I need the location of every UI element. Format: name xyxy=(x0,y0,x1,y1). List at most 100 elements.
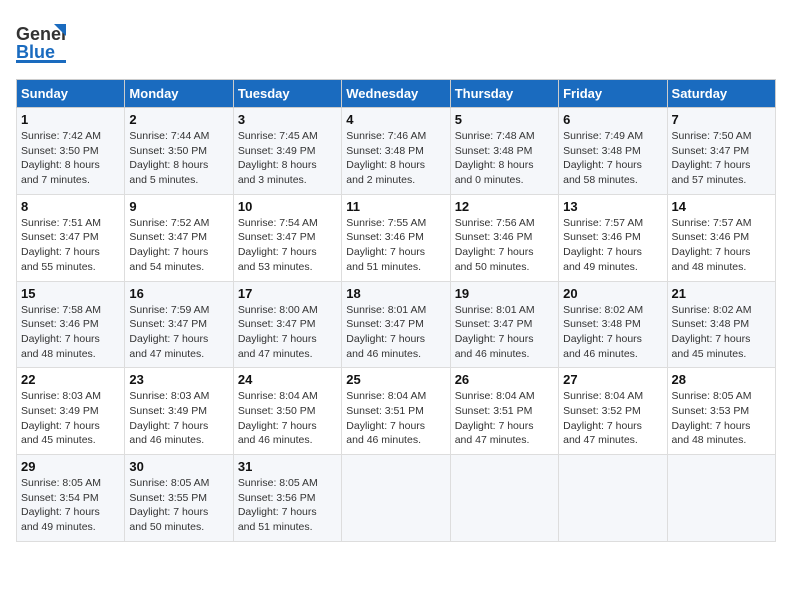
calendar-cell: 23 Sunrise: 8:03 AMSunset: 3:49 PMDayligh… xyxy=(125,368,233,455)
calendar-header-row: SundayMondayTuesdayWednesdayThursdayFrid… xyxy=(17,80,776,108)
calendar-cell: 15 Sunrise: 7:58 AMSunset: 3:46 PMDayligh… xyxy=(17,281,125,368)
day-info: Sunrise: 7:54 AMSunset: 3:47 PMDaylight:… xyxy=(238,217,318,273)
calendar-cell: 28 Sunrise: 8:05 AMSunset: 3:53 PMDayligh… xyxy=(667,368,775,455)
day-info: Sunrise: 7:59 AMSunset: 3:47 PMDaylight:… xyxy=(129,304,209,360)
day-info: Sunrise: 8:04 AMSunset: 3:51 PMDaylight:… xyxy=(346,390,426,446)
day-number: 21 xyxy=(672,286,771,301)
calendar-cell: 18 Sunrise: 8:01 AMSunset: 3:47 PMDayligh… xyxy=(342,281,450,368)
day-info: Sunrise: 7:50 AMSunset: 3:47 PMDaylight:… xyxy=(672,130,752,186)
calendar-cell: 25 Sunrise: 8:04 AMSunset: 3:51 PMDayligh… xyxy=(342,368,450,455)
calendar-cell: 21 Sunrise: 8:02 AMSunset: 3:48 PMDayligh… xyxy=(667,281,775,368)
day-number: 1 xyxy=(21,112,120,127)
calendar-cell: 10 Sunrise: 7:54 AMSunset: 3:47 PMDayligh… xyxy=(233,194,341,281)
calendar-cell: 30 Sunrise: 8:05 AMSunset: 3:55 PMDayligh… xyxy=(125,455,233,542)
calendar-cell: 1 Sunrise: 7:42 AMSunset: 3:50 PMDaylight… xyxy=(17,108,125,195)
day-info: Sunrise: 8:04 AMSunset: 3:51 PMDaylight:… xyxy=(455,390,535,446)
calendar-cell: 17 Sunrise: 8:00 AMSunset: 3:47 PMDayligh… xyxy=(233,281,341,368)
logo: General Blue xyxy=(16,16,70,71)
day-number: 26 xyxy=(455,372,554,387)
day-info: Sunrise: 8:00 AMSunset: 3:47 PMDaylight:… xyxy=(238,304,318,360)
day-number: 24 xyxy=(238,372,337,387)
calendar-week-4: 22 Sunrise: 8:03 AMSunset: 3:49 PMDayligh… xyxy=(17,368,776,455)
day-number: 29 xyxy=(21,459,120,474)
day-info: Sunrise: 8:01 AMSunset: 3:47 PMDaylight:… xyxy=(346,304,426,360)
day-number: 25 xyxy=(346,372,445,387)
calendar-cell: 26 Sunrise: 8:04 AMSunset: 3:51 PMDayligh… xyxy=(450,368,558,455)
day-number: 2 xyxy=(129,112,228,127)
calendar-week-1: 1 Sunrise: 7:42 AMSunset: 3:50 PMDaylight… xyxy=(17,108,776,195)
day-number: 14 xyxy=(672,199,771,214)
day-info: Sunrise: 7:42 AMSunset: 3:50 PMDaylight:… xyxy=(21,130,101,186)
header-cell-thursday: Thursday xyxy=(450,80,558,108)
day-number: 5 xyxy=(455,112,554,127)
header-cell-sunday: Sunday xyxy=(17,80,125,108)
day-info: Sunrise: 7:56 AMSunset: 3:46 PMDaylight:… xyxy=(455,217,535,273)
calendar-body: 1 Sunrise: 7:42 AMSunset: 3:50 PMDaylight… xyxy=(17,108,776,542)
calendar-cell xyxy=(342,455,450,542)
calendar-cell: 2Sunrise: 7:44 AMSunset: 3:50 PMDaylight… xyxy=(125,108,233,195)
calendar-cell: 12 Sunrise: 7:56 AMSunset: 3:46 PMDayligh… xyxy=(450,194,558,281)
calendar-cell: 7 Sunrise: 7:50 AMSunset: 3:47 PMDaylight… xyxy=(667,108,775,195)
calendar-cell: 3Sunrise: 7:45 AMSunset: 3:49 PMDaylight… xyxy=(233,108,341,195)
day-number: 23 xyxy=(129,372,228,387)
day-info: Sunrise: 7:46 AMSunset: 3:48 PMDaylight:… xyxy=(346,130,426,186)
calendar-week-5: 29 Sunrise: 8:05 AMSunset: 3:54 PMDayligh… xyxy=(17,455,776,542)
day-number: 6 xyxy=(563,112,662,127)
day-info: Sunrise: 8:05 AMSunset: 3:54 PMDaylight:… xyxy=(21,477,101,533)
calendar-cell: 5 Sunrise: 7:48 AMSunset: 3:48 PMDaylight… xyxy=(450,108,558,195)
day-info: Sunrise: 7:51 AMSunset: 3:47 PMDaylight:… xyxy=(21,217,101,273)
header-cell-friday: Friday xyxy=(559,80,667,108)
day-info: Sunrise: 8:05 AMSunset: 3:55 PMDaylight:… xyxy=(129,477,209,533)
header-cell-wednesday: Wednesday xyxy=(342,80,450,108)
day-number: 19 xyxy=(455,286,554,301)
day-number: 18 xyxy=(346,286,445,301)
day-info: Sunrise: 8:04 AMSunset: 3:52 PMDaylight:… xyxy=(563,390,643,446)
calendar-cell xyxy=(667,455,775,542)
day-number: 22 xyxy=(21,372,120,387)
header-cell-monday: Monday xyxy=(125,80,233,108)
day-number: 15 xyxy=(21,286,120,301)
day-number: 28 xyxy=(672,372,771,387)
logo-icon: General Blue xyxy=(16,16,66,71)
calendar-cell: 6Sunrise: 7:49 AMSunset: 3:48 PMDaylight… xyxy=(559,108,667,195)
day-number: 11 xyxy=(346,199,445,214)
calendar-week-2: 8 Sunrise: 7:51 AMSunset: 3:47 PMDaylight… xyxy=(17,194,776,281)
day-number: 8 xyxy=(21,199,120,214)
day-info: Sunrise: 8:05 AMSunset: 3:53 PMDaylight:… xyxy=(672,390,752,446)
day-number: 13 xyxy=(563,199,662,214)
day-info: Sunrise: 7:57 AMSunset: 3:46 PMDaylight:… xyxy=(563,217,643,273)
day-info: Sunrise: 7:55 AMSunset: 3:46 PMDaylight:… xyxy=(346,217,426,273)
calendar-cell: 27Sunrise: 8:04 AMSunset: 3:52 PMDayligh… xyxy=(559,368,667,455)
calendar-cell: 8 Sunrise: 7:51 AMSunset: 3:47 PMDaylight… xyxy=(17,194,125,281)
day-info: Sunrise: 7:48 AMSunset: 3:48 PMDaylight:… xyxy=(455,130,535,186)
day-info: Sunrise: 7:58 AMSunset: 3:46 PMDaylight:… xyxy=(21,304,101,360)
day-info: Sunrise: 8:05 AMSunset: 3:56 PMDaylight:… xyxy=(238,477,318,533)
calendar-cell: 20Sunrise: 8:02 AMSunset: 3:48 PMDayligh… xyxy=(559,281,667,368)
calendar-cell: 13 Sunrise: 7:57 AMSunset: 3:46 PMDayligh… xyxy=(559,194,667,281)
calendar-cell: 19 Sunrise: 8:01 AMSunset: 3:47 PMDayligh… xyxy=(450,281,558,368)
day-info: Sunrise: 8:03 AMSunset: 3:49 PMDaylight:… xyxy=(129,390,209,446)
header: General Blue xyxy=(16,16,776,71)
day-number: 3 xyxy=(238,112,337,127)
calendar-cell: 4 Sunrise: 7:46 AMSunset: 3:48 PMDaylight… xyxy=(342,108,450,195)
day-number: 31 xyxy=(238,459,337,474)
day-number: 17 xyxy=(238,286,337,301)
day-info: Sunrise: 7:52 AMSunset: 3:47 PMDaylight:… xyxy=(129,217,209,273)
calendar-cell: 11 Sunrise: 7:55 AMSunset: 3:46 PMDayligh… xyxy=(342,194,450,281)
calendar-cell: 22 Sunrise: 8:03 AMSunset: 3:49 PMDayligh… xyxy=(17,368,125,455)
header-cell-tuesday: Tuesday xyxy=(233,80,341,108)
day-number: 12 xyxy=(455,199,554,214)
day-info: Sunrise: 8:03 AMSunset: 3:49 PMDaylight:… xyxy=(21,390,101,446)
calendar-cell xyxy=(450,455,558,542)
svg-text:Blue: Blue xyxy=(16,42,55,62)
day-number: 4 xyxy=(346,112,445,127)
day-number: 7 xyxy=(672,112,771,127)
day-number: 30 xyxy=(129,459,228,474)
calendar-cell: 31 Sunrise: 8:05 AMSunset: 3:56 PMDayligh… xyxy=(233,455,341,542)
calendar-cell: 14Sunrise: 7:57 AMSunset: 3:46 PMDayligh… xyxy=(667,194,775,281)
day-number: 10 xyxy=(238,199,337,214)
calendar-cell xyxy=(559,455,667,542)
day-info: Sunrise: 8:02 AMSunset: 3:48 PMDaylight:… xyxy=(672,304,752,360)
calendar-week-3: 15 Sunrise: 7:58 AMSunset: 3:46 PMDayligh… xyxy=(17,281,776,368)
day-info: Sunrise: 8:01 AMSunset: 3:47 PMDaylight:… xyxy=(455,304,535,360)
